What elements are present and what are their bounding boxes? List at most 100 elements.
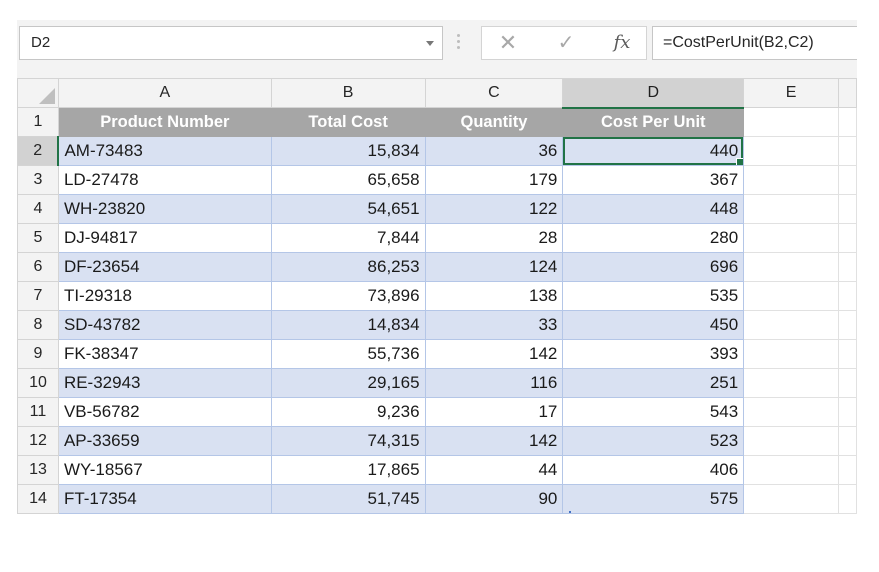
cell[interactable] — [743, 223, 839, 253]
select-all-corner[interactable] — [17, 78, 59, 108]
cell[interactable] — [837, 368, 857, 398]
cell-quantity[interactable]: 142 — [424, 339, 564, 369]
row-header[interactable]: 3 — [17, 165, 59, 195]
cell[interactable] — [837, 426, 857, 456]
cell-product-number[interactable]: LD-27478 — [57, 165, 272, 195]
cell[interactable] — [837, 223, 857, 253]
cell-cost-per-unit[interactable]: 543 — [562, 397, 745, 427]
cell-cost-per-unit[interactable]: 406 — [562, 455, 745, 485]
column-header-f[interactable] — [837, 78, 857, 108]
row-header[interactable]: 10 — [17, 368, 59, 398]
cell-quantity[interactable]: 36 — [424, 136, 564, 166]
cell[interactable] — [743, 339, 839, 369]
cell[interactable] — [743, 194, 839, 224]
cell-cost-per-unit[interactable]: 367 — [562, 165, 745, 195]
cell[interactable] — [743, 252, 839, 282]
table-resize-handle[interactable] — [569, 511, 572, 513]
cell-total-cost[interactable]: 14,834 — [270, 310, 426, 340]
cell[interactable] — [837, 252, 857, 282]
column-header-d[interactable]: D — [562, 78, 745, 109]
cell-total-cost[interactable]: 74,315 — [270, 426, 426, 456]
cell[interactable] — [743, 426, 839, 456]
cell-quantity[interactable]: 44 — [424, 455, 564, 485]
cell-total-cost[interactable]: 55,736 — [270, 339, 426, 369]
cell[interactable] — [743, 368, 839, 398]
cell[interactable] — [743, 165, 839, 195]
cell-total-cost[interactable]: 7,844 — [270, 223, 426, 253]
cell[interactable] — [837, 397, 857, 427]
cell-product-number[interactable]: TI-29318 — [57, 281, 272, 311]
cell-total-cost[interactable]: 51,745 — [270, 484, 426, 514]
cell-cost-per-unit[interactable]: 280 — [562, 223, 745, 253]
cell-total-cost[interactable]: 65,658 — [270, 165, 426, 195]
row-header[interactable]: 2 — [17, 136, 60, 166]
insert-function-icon[interactable]: fx — [608, 27, 636, 59]
cell-cost-per-unit[interactable]: 393 — [562, 339, 745, 369]
cell-quantity[interactable]: 124 — [424, 252, 564, 282]
cell-cost-per-unit[interactable]: 523 — [562, 426, 745, 456]
checkmark-icon[interactable]: ✓ — [554, 27, 578, 59]
chevron-down-icon[interactable] — [426, 41, 434, 46]
column-header-c[interactable]: C — [424, 78, 564, 108]
table-header-cost-per-unit[interactable]: Cost Per Unit — [562, 107, 745, 137]
cell-quantity[interactable]: 138 — [424, 281, 564, 311]
cell-total-cost[interactable]: 73,896 — [270, 281, 426, 311]
cell-product-number[interactable]: AM-73483 — [57, 136, 272, 166]
cell-cost-per-unit[interactable]: 450 — [562, 310, 745, 340]
formula-input[interactable]: =CostPerUnit(B2,C2) — [652, 26, 857, 60]
cell[interactable] — [837, 339, 857, 369]
cell-total-cost[interactable]: 17,865 — [270, 455, 426, 485]
row-header[interactable]: 7 — [17, 281, 59, 311]
table-header-total-cost[interactable]: Total Cost — [270, 107, 426, 137]
grip-handle-icon[interactable] — [457, 34, 460, 52]
cell-quantity[interactable]: 142 — [424, 426, 564, 456]
cell-quantity[interactable]: 122 — [424, 194, 564, 224]
cell-cost-per-unit[interactable]: 448 — [562, 194, 745, 224]
row-header[interactable]: 9 — [17, 339, 59, 369]
row-header[interactable]: 5 — [17, 223, 59, 253]
fill-handle[interactable] — [736, 158, 743, 165]
column-header-e[interactable]: E — [743, 78, 839, 108]
column-header-b[interactable]: B — [270, 78, 426, 108]
active-cell[interactable]: 440 — [562, 136, 745, 166]
cell-total-cost[interactable]: 9,236 — [270, 397, 426, 427]
cell-product-number[interactable]: SD-43782 — [57, 310, 272, 340]
cell-total-cost[interactable]: 86,253 — [270, 252, 426, 282]
row-header[interactable]: 4 — [17, 194, 59, 224]
row-header[interactable]: 12 — [17, 426, 59, 456]
cell[interactable] — [837, 281, 857, 311]
row-header[interactable]: 8 — [17, 310, 59, 340]
cell-quantity[interactable]: 33 — [424, 310, 564, 340]
row-header[interactable]: 11 — [17, 397, 59, 427]
cell-product-number[interactable]: FK-38347 — [57, 339, 272, 369]
cell[interactable] — [743, 281, 839, 311]
row-header[interactable]: 14 — [17, 484, 59, 514]
cell-quantity[interactable]: 179 — [424, 165, 564, 195]
cell[interactable] — [743, 397, 839, 427]
row-header[interactable]: 1 — [17, 107, 59, 137]
cell[interactable] — [743, 136, 839, 166]
table-header-product-number[interactable]: Product Number — [57, 107, 272, 137]
cell-total-cost[interactable]: 54,651 — [270, 194, 426, 224]
cell-product-number[interactable]: RE-32943 — [57, 368, 272, 398]
cell[interactable] — [837, 484, 857, 514]
cell[interactable] — [837, 310, 857, 340]
cell[interactable] — [837, 136, 857, 166]
cell-total-cost[interactable]: 15,834 — [270, 136, 426, 166]
cell-product-number[interactable]: FT-17354 — [57, 484, 272, 514]
cancel-x-icon[interactable]: ✕ — [496, 27, 520, 59]
name-box[interactable]: D2 — [19, 26, 443, 60]
cell[interactable] — [837, 165, 857, 195]
cell-product-number[interactable]: WY-18567 — [57, 455, 272, 485]
cell-quantity[interactable]: 28 — [424, 223, 564, 253]
cell[interactable] — [743, 455, 839, 485]
cell-product-number[interactable]: VB-56782 — [57, 397, 272, 427]
cell-product-number[interactable]: DF-23654 — [57, 252, 272, 282]
cell[interactable] — [837, 455, 857, 485]
cell[interactable] — [743, 310, 839, 340]
cell[interactable] — [837, 194, 857, 224]
column-header-a[interactable]: A — [57, 78, 272, 108]
cell[interactable] — [837, 107, 857, 137]
cell-quantity[interactable]: 17 — [424, 397, 564, 427]
cell-cost-per-unit[interactable]: 251 — [562, 368, 745, 398]
